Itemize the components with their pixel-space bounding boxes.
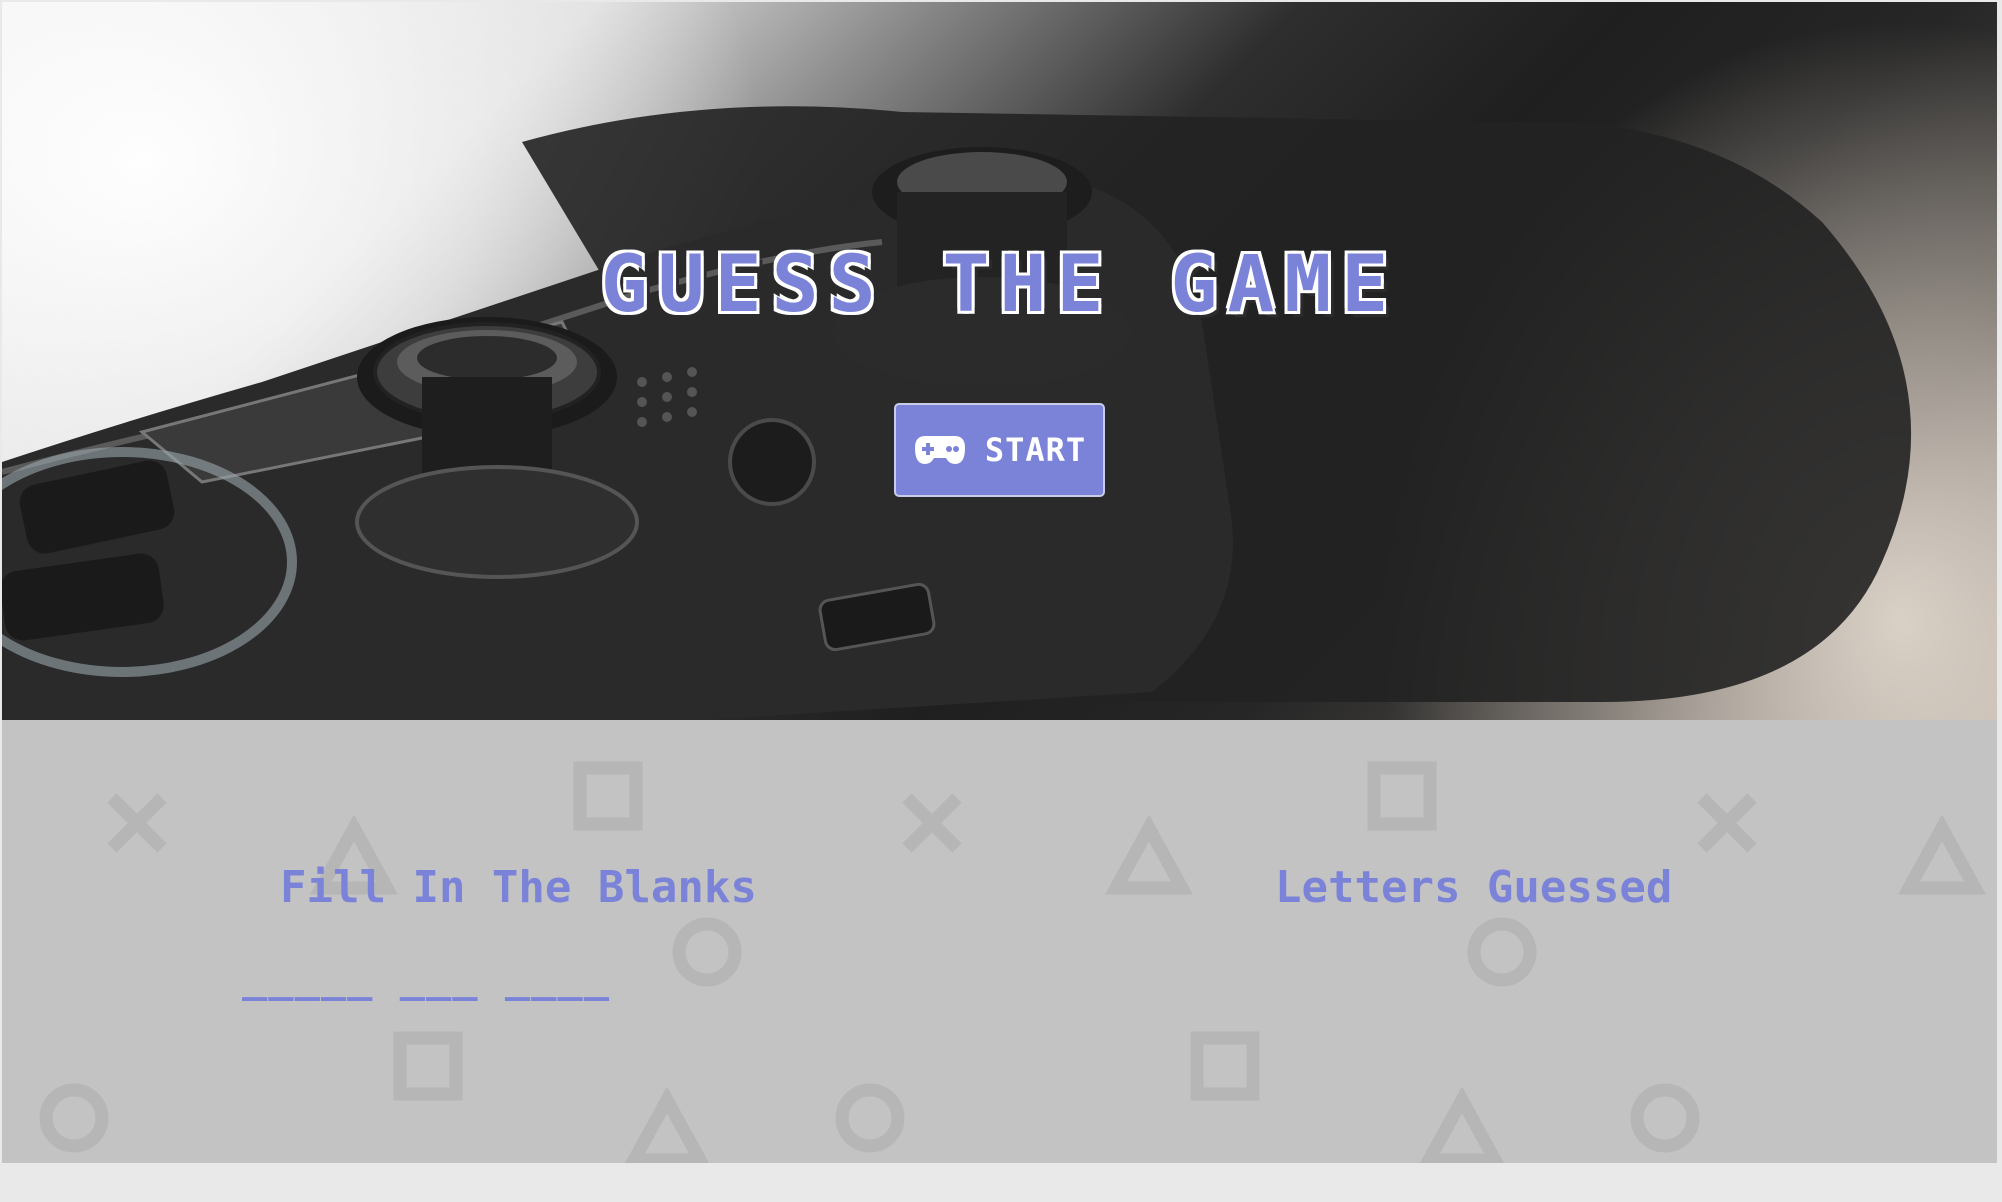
word-blanks: _____ ___ ____ — [242, 952, 611, 1001]
page-title: GUESS THE GAME — [600, 240, 1399, 330]
start-button[interactable]: START — [894, 403, 1105, 497]
game-page: GUESS THE GAME START Fill In The Blanks … — [2, 2, 1997, 1165]
letters-guessed-heading: Letters Guessed — [1275, 862, 1673, 913]
playstation-symbols-pattern — [39, 761, 1986, 1165]
hero-banner: GUESS THE GAME START — [2, 2, 1997, 720]
controller-photo — [2, 106, 1912, 720]
fill-in-the-blanks-heading: Fill In The Blanks — [280, 862, 757, 913]
gamepad-icon — [914, 436, 965, 464]
game-panel: Fill In The Blanks _____ ___ ____ Letter… — [2, 720, 1997, 1165]
start-button-label: START — [984, 431, 1087, 469]
bottom-bar — [0, 1163, 2002, 1202]
